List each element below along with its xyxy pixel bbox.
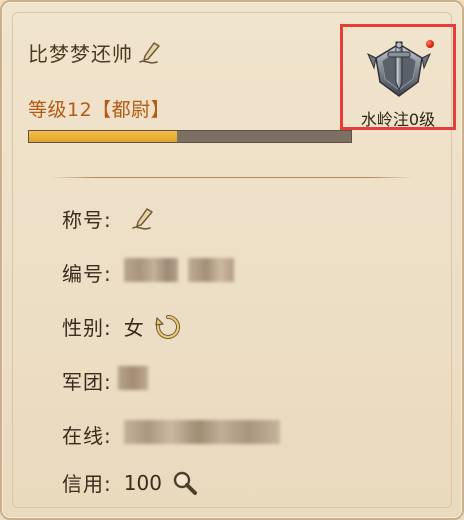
profile-panel: 比梦梦还帅 等级12【都尉】 水岭注0级 称号: 编号: 性别: 女 军团: 在… [0,0,464,520]
credit-value: 100 [123,470,162,495]
legion-row: 军团: [62,366,148,395]
magnifier-icon[interactable] [172,470,198,496]
player-name: 比梦梦还帅 [28,42,133,66]
credit-label: 信用: [62,472,112,496]
rank-badge-label: 水岭注0级 [360,110,436,129]
level-text: 等级12【都尉】 [28,99,171,121]
online-label: 在线: [62,424,112,448]
exp-progress-bar [28,130,352,143]
gender-value: 女 [123,316,144,340]
name-row: 比梦梦还帅 [28,38,163,67]
exp-progress-fill [29,131,178,142]
id-label: 编号: [62,262,112,286]
refresh-gender-icon[interactable] [154,313,182,341]
credit-row: 信用: 100 [62,468,198,497]
edit-name-icon[interactable] [137,40,163,66]
section-divider [50,177,414,178]
gender-row: 性别: 女 [62,312,182,341]
edit-title-icon[interactable] [130,206,156,232]
sword-emblem-icon[interactable] [364,38,434,102]
gender-label: 性别: [62,316,112,340]
online-value-redacted [123,420,280,449]
id-value-redacted [123,258,235,287]
legion-value-redacted [117,366,148,395]
title-label: 称号: [62,208,112,232]
id-row: 编号: [62,258,235,287]
online-row: 在线: [62,420,280,449]
title-row: 称号: [62,204,156,233]
legion-label: 军团: [62,370,112,394]
